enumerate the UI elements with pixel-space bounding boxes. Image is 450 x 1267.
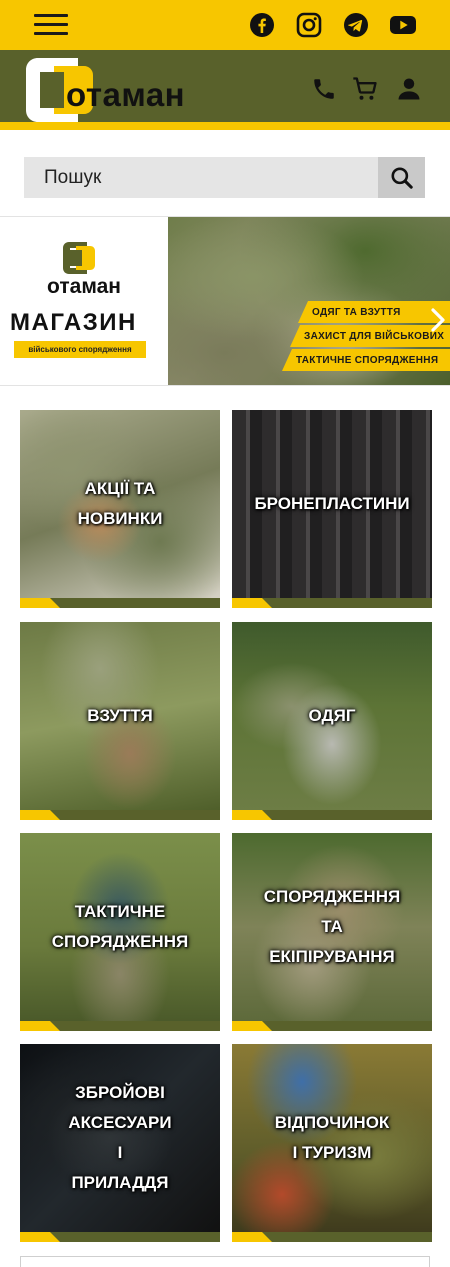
category-label: ВІДПОЧИНОК І ТУРИЗМ: [274, 1113, 390, 1162]
category-tile[interactable]: ВІДПОЧИНОК І ТУРИЗМ: [232, 1044, 432, 1242]
category-tile[interactable]: ЗБРОЙОВІ АКСЕСУАРИ І ПРИЛАДДЯ: [20, 1044, 220, 1242]
telegram-icon[interactable]: [342, 11, 370, 39]
category-strip: [20, 598, 220, 608]
logo-text: отаман: [66, 76, 186, 113]
category-label: АКЦІЇ ТА НОВИНКИ: [77, 479, 163, 528]
brand-bar: отаман: [0, 50, 450, 130]
user-icon[interactable]: [394, 74, 424, 104]
promo-banner[interactable]: отаман МАГАЗИН військового спорядження О…: [0, 216, 450, 386]
banner-logo-text: отаман: [47, 275, 121, 298]
top-bar: [0, 0, 450, 50]
youtube-icon[interactable]: [389, 11, 417, 39]
search-input[interactable]: [24, 157, 379, 198]
category-tile[interactable]: ВЗУТТЯ: [20, 622, 220, 820]
category-tile[interactable]: ТАКТИЧНЕ СПОРЯДЖЕННЯ: [20, 833, 220, 1031]
category-strip: [20, 1232, 220, 1242]
facebook-icon[interactable]: [248, 11, 276, 39]
banner-tag: ЗАХИСТ ДЛЯ ВІЙСЬКОВИХ: [290, 325, 450, 347]
instagram-icon[interactable]: [295, 11, 323, 39]
search-button[interactable]: [378, 157, 425, 198]
category-tile[interactable]: БРОНЕПЛАСТИНИ: [232, 410, 432, 608]
next-section-box: [20, 1256, 430, 1267]
category-strip: [20, 1021, 220, 1031]
chevron-right-icon[interactable]: [428, 305, 448, 335]
cart-icon[interactable]: [350, 74, 380, 104]
category-strip: [232, 810, 432, 820]
category-strip: [232, 1021, 432, 1031]
search-icon: [390, 166, 413, 189]
category-tile[interactable]: АКЦІЇ ТА НОВИНКИ: [20, 410, 220, 608]
banner-shop-subtitle: військового спорядження: [14, 341, 146, 358]
category-tile[interactable]: СПОРЯДЖЕННЯ ТА ЕКІПІРУВАННЯ: [232, 833, 432, 1031]
banner-shop-title: МАГАЗИН: [10, 309, 137, 336]
category-tile[interactable]: ОДЯГ: [232, 622, 432, 820]
phone-icon[interactable]: [309, 74, 339, 104]
category-label: ОДЯГ: [308, 706, 356, 725]
category-label: ВЗУТТЯ: [87, 706, 153, 725]
search-bar: [24, 157, 425, 198]
banner-tag: ТАКТИЧНЕ СПОРЯДЖЕННЯ: [282, 349, 450, 371]
category-strip: [20, 810, 220, 820]
category-label: ТАКТИЧНЕ СПОРЯДЖЕННЯ: [51, 902, 189, 951]
category-label: БРОНЕПЛАСТИНИ: [254, 494, 410, 513]
banner-brand-panel: отаман МАГАЗИН військового спорядження: [0, 217, 168, 385]
hamburger-icon[interactable]: [34, 11, 68, 39]
banner-logo-mark: [63, 242, 95, 274]
category-label: ЗБРОЙОВІ АКСЕСУАРИ І ПРИЛАДДЯ: [68, 1083, 172, 1192]
category-strip: [232, 598, 432, 608]
category-label: СПОРЯДЖЕННЯ ТА ЕКІПІРУВАННЯ: [263, 887, 401, 966]
logo[interactable]: отаман: [24, 56, 214, 124]
category-strip: [232, 1232, 432, 1242]
